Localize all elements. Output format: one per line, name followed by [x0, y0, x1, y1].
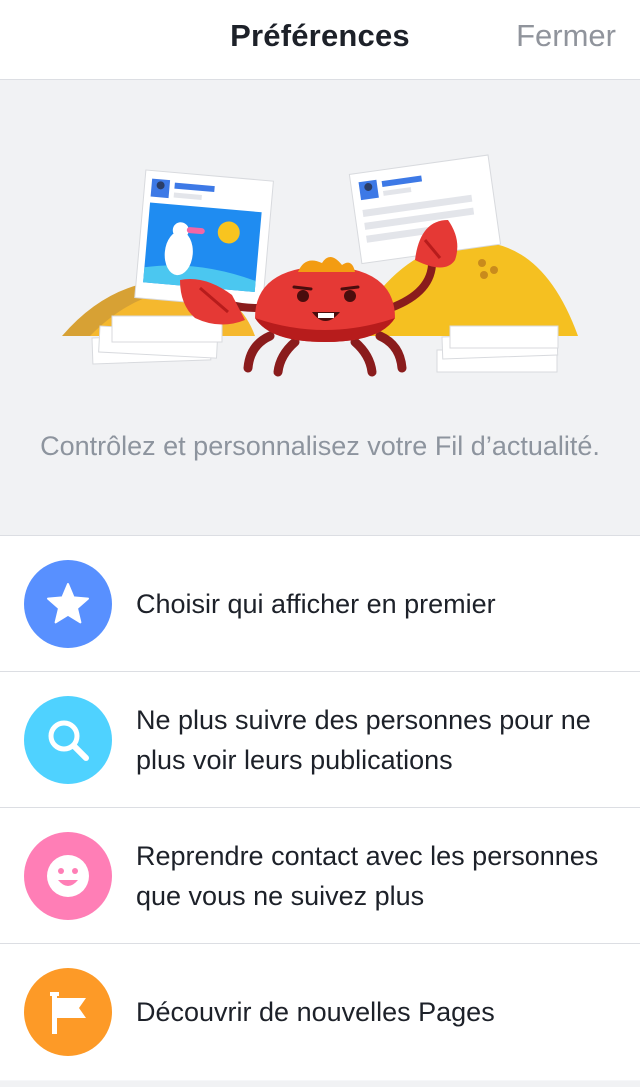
flag-icon — [24, 968, 112, 1056]
search-icon — [24, 696, 112, 784]
list-item-label: Choisir qui afficher en premier — [136, 588, 496, 619]
list-item-label: Ne plus suivre des personnes pour ne plu… — [136, 704, 591, 775]
smiley-icon — [24, 832, 112, 920]
star-icon — [24, 560, 112, 648]
list-item-prioritize[interactable]: Choisir qui afficher en premier — [0, 536, 640, 672]
navigation-bar: Préférences Fermer — [0, 0, 640, 80]
hero-section: Contrôlez et personnalisez votre Fil d’a… — [0, 80, 640, 536]
list-item-discover-pages[interactable]: Découvrir de nouvelles Pages — [0, 944, 640, 1080]
close-button[interactable]: Fermer — [516, 18, 616, 54]
crab-illustration — [62, 154, 578, 377]
preferences-list: Choisir qui afficher en premier Ne plus … — [0, 536, 640, 1080]
list-item-unfollow[interactable]: Ne plus suivre des personnes pour ne plu… — [0, 672, 640, 808]
list-item-label: Découvrir de nouvelles Pages — [136, 997, 495, 1027]
hero-description: Contrôlez et personnalisez votre Fil d’a… — [40, 431, 600, 461]
list-item-reconnect[interactable]: Reprendre contact avec les personnes que… — [0, 808, 640, 944]
list-item-label: Reprendre contact avec les personnes que… — [136, 840, 599, 911]
bottom-divider — [0, 1081, 640, 1087]
